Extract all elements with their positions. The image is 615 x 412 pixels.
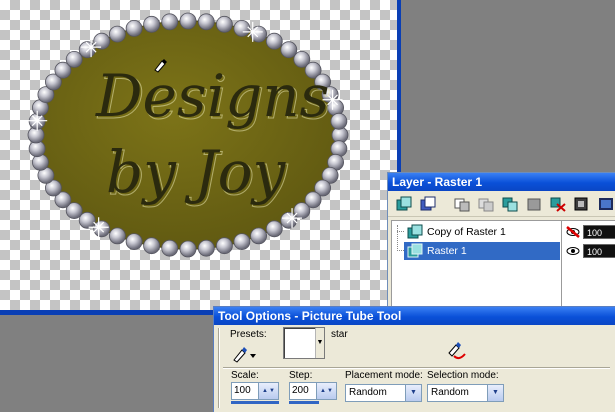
bead (265, 220, 283, 238)
logo-artwork: Designs Designs by Joy by Joy (27, 12, 349, 258)
tool-options-title[interactable]: Tool Options - Picture Tube Tool (214, 307, 615, 325)
bead (233, 19, 251, 37)
palette-grip (218, 328, 220, 408)
layer-name: Raster 1 (427, 245, 467, 257)
bead (143, 237, 161, 255)
tool-options-body: Presets: ▼ star Scale: 100 ▲▼ Step: 200 (214, 325, 615, 412)
chevron-down-icon[interactable]: ▼ (405, 385, 421, 401)
tube-name: star (331, 329, 348, 340)
picture-tube-selector[interactable]: ▼ (283, 327, 325, 359)
bead (78, 41, 96, 59)
bead (250, 227, 268, 245)
brush-variance-icon[interactable] (445, 339, 467, 361)
bead (215, 237, 233, 255)
logo-text-line2: by Joy (106, 138, 287, 206)
raster-layer-icon (407, 243, 423, 258)
scale-slider-bar[interactable] (231, 401, 279, 404)
selection-mode-label: Selection mode: (427, 370, 499, 381)
layer-properties-column: 100 100 (563, 221, 615, 311)
raster-layer-icon (407, 224, 423, 239)
bead (78, 211, 96, 229)
placement-mode-label: Placement mode: (345, 370, 423, 381)
bead (215, 15, 233, 33)
layer-name: Copy of Raster 1 (427, 226, 506, 238)
presets-label: Presets: (230, 329, 267, 340)
scale-stepper[interactable]: 100 ▲ ▼ (231, 382, 279, 404)
section-divider (223, 367, 610, 369)
scale-label: Scale: (231, 370, 259, 381)
layer-row-raster-1[interactable]: Raster 1 (404, 242, 560, 260)
bead (293, 202, 311, 220)
new-mask-layer-icon[interactable] (452, 194, 472, 214)
selection-mode-value: Random (431, 387, 469, 398)
bead (65, 51, 83, 68)
new-adjustment-layer-icon[interactable] (476, 194, 496, 214)
presets-button[interactable] (231, 343, 265, 365)
bead (125, 233, 143, 251)
bead (143, 15, 161, 33)
tree-line (397, 250, 404, 251)
merge-layer-icon[interactable] (524, 194, 544, 214)
new-vector-layer-icon[interactable] (418, 194, 438, 214)
duplicate-layer-icon[interactable] (500, 194, 520, 214)
bead (265, 32, 283, 50)
load-mask-icon[interactable] (572, 194, 592, 214)
bead (161, 239, 179, 257)
scale-value[interactable]: 100 (231, 382, 259, 400)
bead (197, 13, 215, 31)
spin-arrows-icon[interactable]: ▲ ▼ (259, 382, 279, 400)
layer-opacity[interactable]: 100 (583, 225, 615, 239)
bead (93, 220, 111, 238)
presets-icon (233, 347, 256, 363)
layer-row-copy-of-raster-1[interactable]: Copy of Raster 1 (404, 223, 560, 241)
bead (179, 12, 197, 30)
visibility-eye-icon[interactable] (565, 244, 581, 258)
new-raster-layer-icon[interactable] (394, 194, 414, 214)
layer-opacity[interactable]: 100 (583, 244, 615, 258)
bead (161, 13, 179, 31)
layer-palette-title[interactable]: Layer - Raster 1 (388, 173, 615, 191)
image-canvas[interactable]: Designs Designs by Joy by Joy (0, 0, 397, 310)
layer-toolbar (388, 191, 615, 217)
bead (179, 240, 197, 258)
layer-list: Copy of Raster 1 Raster 1 (392, 221, 562, 311)
placement-mode-value: Random (349, 387, 387, 398)
step-label: Step: (289, 370, 313, 381)
step-stepper[interactable]: 200 ▲ ▼ (289, 382, 337, 404)
logo-text-line1: Designs (95, 62, 329, 130)
delete-layer-icon[interactable] (548, 194, 568, 214)
selection-mode-select[interactable]: Random ▼ (427, 384, 504, 402)
bead (109, 25, 126, 43)
bead (109, 227, 126, 245)
tool-options-palette: Tool Options - Picture Tube Tool Presets… (213, 306, 615, 412)
bead (280, 41, 298, 59)
chevron-down-icon[interactable]: ▼ (315, 328, 324, 358)
layer-list-panel: Copy of Raster 1 Raster 1 100 100 (391, 220, 615, 312)
step-slider-bar[interactable] (289, 401, 319, 404)
visibility-hidden-icon[interactable] (565, 225, 581, 239)
spin-arrows-icon[interactable]: ▲ ▼ (317, 382, 337, 400)
bead (233, 233, 251, 251)
layer-palette: Layer - Raster 1 Copy of Raster 1 Raster… (387, 172, 615, 316)
bead (330, 112, 348, 130)
bead (197, 239, 215, 257)
layer-props-row: 100 (565, 224, 615, 240)
layer-properties-icon[interactable] (596, 194, 615, 214)
tree-line (397, 225, 398, 251)
tree-line (397, 231, 404, 232)
layer-props-row: 100 (565, 243, 615, 259)
step-value[interactable]: 200 (289, 382, 317, 400)
placement-mode-select[interactable]: Random ▼ (345, 384, 422, 402)
image-window: Designs Designs by Joy by Joy (0, 0, 401, 315)
bead (125, 19, 143, 37)
chevron-down-icon[interactable]: ▼ (487, 385, 503, 401)
